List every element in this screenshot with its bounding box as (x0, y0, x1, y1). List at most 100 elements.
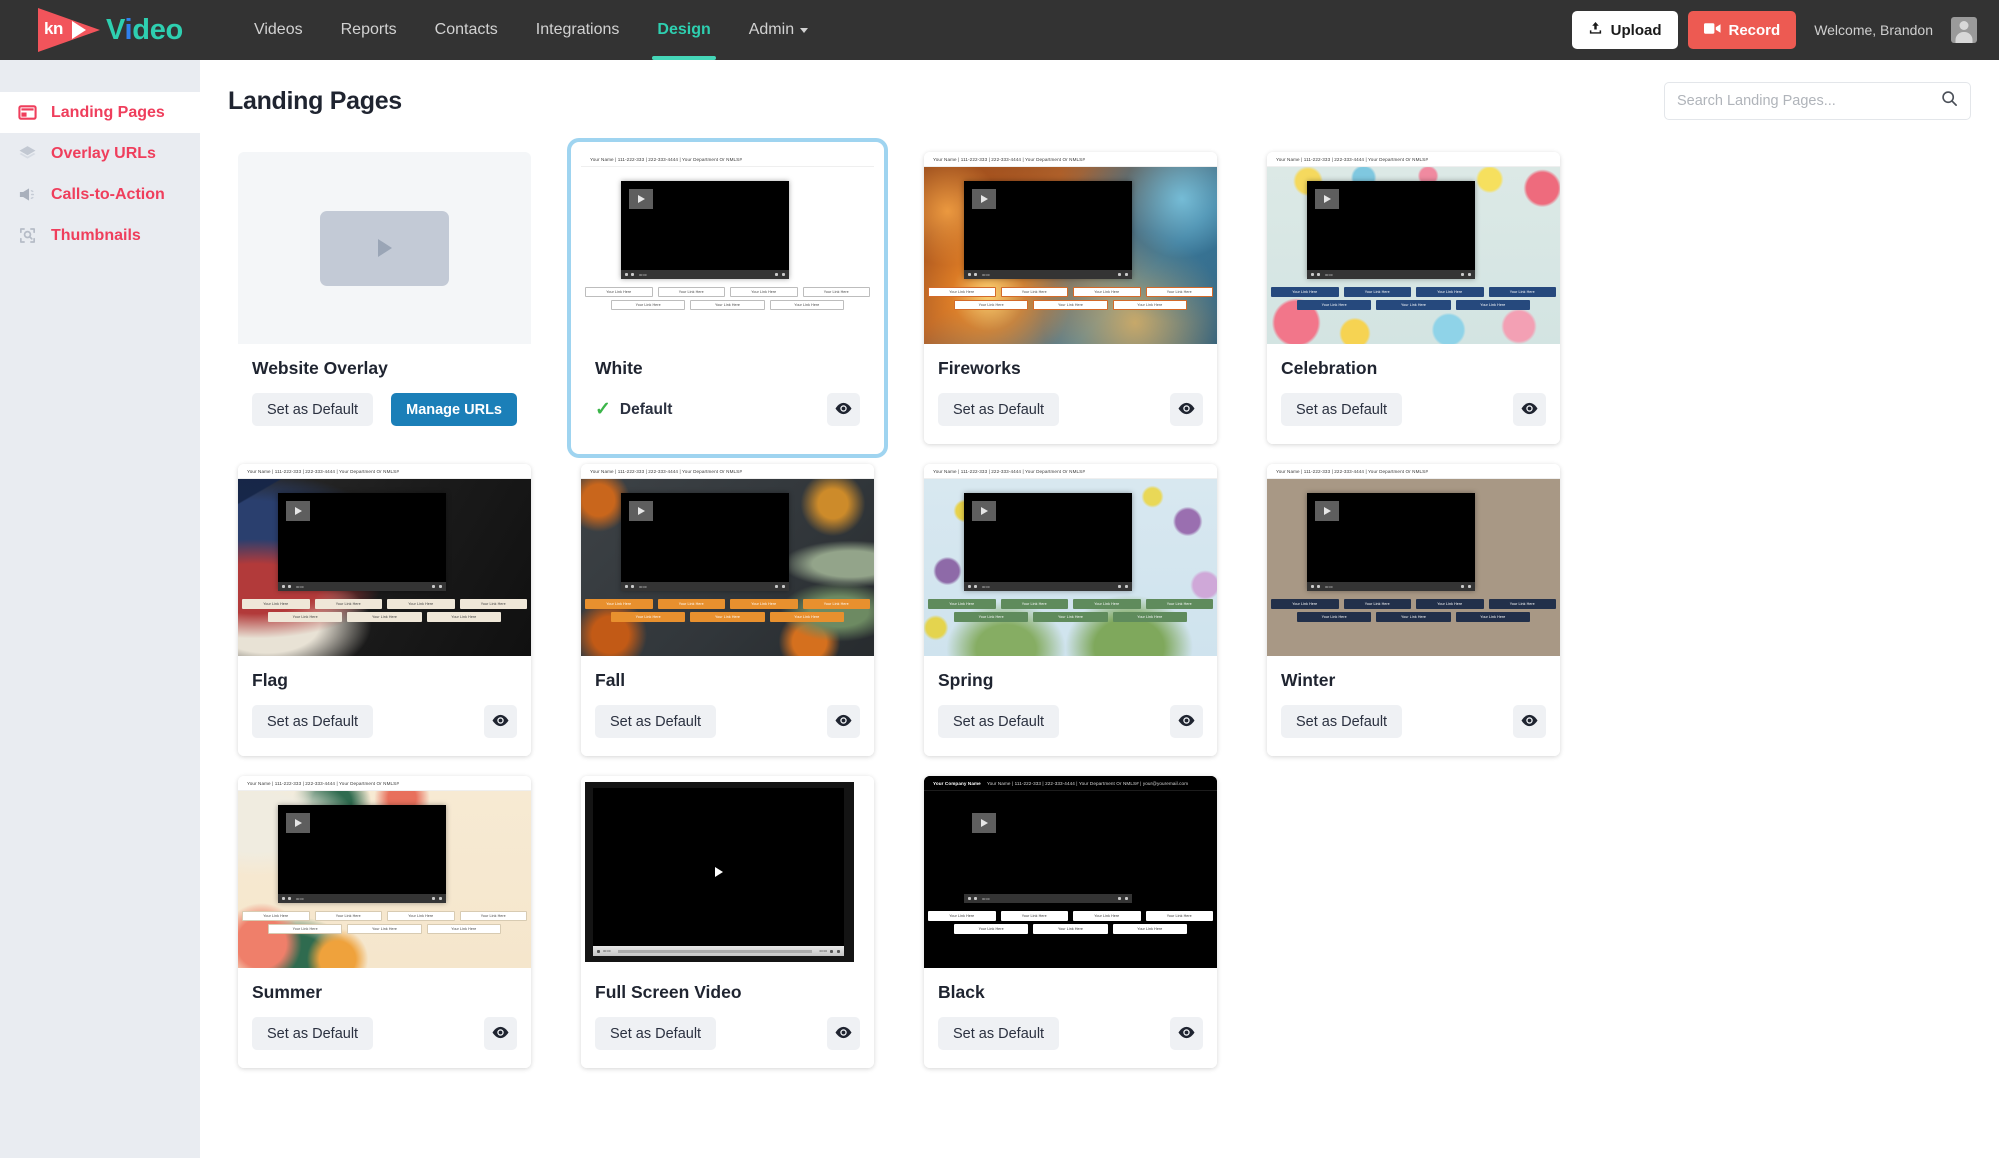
preview-link: Your Link Here (1112, 612, 1187, 622)
fullscreen-icon (432, 585, 435, 588)
set-as-default-button[interactable]: Set as Default (595, 1017, 717, 1050)
main-content: Landing Pages Website Overlay (200, 60, 1999, 1158)
preview-link-row: Your Link Here Your Link Here Your Link … (928, 924, 1213, 934)
preview-link: Your Link Here (1145, 287, 1213, 297)
set-as-default-button[interactable]: Set as Default (1281, 393, 1403, 426)
primary-nav: Videos Reports Contacts Integrations Des… (235, 0, 827, 60)
preview-link-row: Your Link Here Your Link Here Your Link … (242, 612, 527, 622)
search-box[interactable] (1664, 82, 1971, 120)
app-logo[interactable]: kn Video (38, 8, 183, 52)
preview-button[interactable] (1170, 393, 1203, 426)
preview-link: Your Link Here (1488, 287, 1556, 297)
preview-link: Your Link Here (387, 599, 455, 609)
manage-urls-button[interactable]: Manage URLs (391, 393, 517, 426)
preview-button[interactable] (1513, 393, 1546, 426)
preview-link: Your Link Here (1455, 612, 1530, 622)
set-as-default-button[interactable]: Set as Default (938, 1017, 1060, 1050)
landing-page-card-fall[interactable]: Your Name | 111-222-333 | 222-333-4444 |… (581, 464, 874, 756)
play-control-icon (968, 273, 971, 276)
set-as-default-button[interactable]: Set as Default (252, 1017, 374, 1050)
video-controls-bar: 00:00 (1307, 582, 1475, 591)
nav-item-videos[interactable]: Videos (235, 0, 322, 60)
preview-button[interactable] (1170, 1017, 1203, 1050)
preview-video-frame: 00:00 (964, 805, 1132, 903)
nav-item-integrations[interactable]: Integrations (517, 0, 639, 60)
nav-item-admin[interactable]: Admin (730, 0, 827, 60)
preview-button[interactable] (1170, 705, 1203, 738)
preview-header-bar: Your Name | 111-222-333 | 222-333-4444 |… (581, 464, 874, 479)
preview-link-row: Your Link Here Your Link Here Your Link … (585, 599, 870, 609)
card-cell: Your Name | 111-222-333 | 222-333-4444 |… (1257, 454, 1570, 766)
landing-page-card-winter[interactable]: Your Name | 111-222-333 | 222-333-4444 |… (1267, 464, 1560, 756)
preview-link: Your Link Here (1376, 612, 1451, 622)
landing-page-card-summer[interactable]: Your Name | 111-222-333 | 222-333-4444 |… (238, 776, 531, 1068)
preview-links: Your Link Here Your Link Here Your Link … (242, 599, 527, 625)
search-icon[interactable] (1941, 90, 1958, 112)
avatar[interactable] (1951, 17, 1977, 43)
fullscreen-icon (837, 949, 840, 953)
nav-item-design[interactable]: Design (638, 0, 729, 60)
preview-button[interactable] (827, 705, 860, 738)
preview-button[interactable] (1513, 705, 1546, 738)
eye-icon (1520, 714, 1539, 730)
card-cell-selected: Your Name | 111-222-333 | 222-333-4444 |… (571, 142, 884, 454)
preview-button[interactable] (827, 393, 860, 426)
set-as-default-button[interactable]: Set as Default (252, 705, 374, 738)
preview-link: Your Link Here (387, 911, 455, 921)
preview-body: 00:00 Your Link Here Your Link Here Your… (1267, 167, 1560, 344)
preview-header-bar: Your Name | 111-222-333 | 222-333-4444 |… (924, 464, 1217, 479)
landing-page-card-fireworks[interactable]: Your Name | 111-222-333 | 222-333-4444 |… (924, 152, 1217, 444)
preview-link: Your Link Here (1145, 911, 1213, 921)
set-as-default-button[interactable]: Set as Default (252, 393, 374, 426)
set-as-default-button[interactable]: Set as Default (938, 705, 1060, 738)
card-actions: ✓ Default (595, 393, 860, 426)
nav-item-reports[interactable]: Reports (322, 0, 416, 60)
search-input[interactable] (1677, 93, 1941, 109)
set-as-default-button[interactable]: Set as Default (938, 393, 1060, 426)
preview-link: Your Link Here (954, 300, 1029, 310)
card-cell: Your Name | 111-222-333 | 222-333-4444 |… (1257, 142, 1570, 454)
video-right-controls (830, 949, 840, 953)
preview-company-name: Your Company Name (933, 780, 981, 786)
play-button-icon (629, 189, 653, 209)
preview-links: Your Link Here Your Link Here Your Link … (1271, 287, 1556, 313)
preview-link: Your Link Here (1343, 599, 1411, 609)
landing-page-card-white[interactable]: Your Name | 111-222-333 | 222-333-4444 |… (581, 152, 874, 444)
upload-button[interactable]: Upload (1571, 11, 1678, 49)
layers-icon (18, 144, 37, 163)
time-label: 00:00 (982, 272, 990, 277)
preview-link: Your Link Here (585, 599, 653, 609)
sidebar-item-overlay-urls[interactable]: Overlay URLs (0, 133, 200, 174)
video-right-controls (1118, 273, 1128, 276)
landing-page-card-full-screen-video[interactable]: 00:00 00:00 Full Screen Video Set as Def… (581, 776, 874, 1068)
sidebar-item-thumbnails[interactable]: Thumbnails (0, 215, 200, 256)
card-thumbnail: Your Name | 111-222-333 | 222-333-4444 |… (1267, 464, 1560, 656)
landing-page-card-website-overlay[interactable]: Website Overlay Set as Default Manage UR… (238, 152, 531, 444)
card-actions: Set as Default (1281, 705, 1546, 738)
set-as-default-button[interactable]: Set as Default (595, 705, 717, 738)
landing-page-card-celebration[interactable]: Your Name | 111-222-333 | 222-333-4444 |… (1267, 152, 1560, 444)
preview-link-row: Your Link Here Your Link Here Your Link … (928, 300, 1213, 310)
card-thumbnail: Your Name | 111-222-333 | 222-333-4444 |… (1267, 152, 1560, 344)
check-icon: ✓ (595, 399, 611, 420)
landing-page-card-spring[interactable]: Your Name | 111-222-333 | 222-333-4444 |… (924, 464, 1217, 756)
preview-link-row: Your Link Here Your Link Here Your Link … (928, 287, 1213, 297)
preview-link: Your Link Here (1416, 599, 1484, 609)
chevron-down-icon (800, 27, 809, 33)
preview-button[interactable] (484, 1017, 517, 1050)
megaphone-icon (18, 185, 37, 204)
welcome-text: Welcome, Brandon (1814, 22, 1933, 38)
landing-page-card-black[interactable]: Your Company Name Your Name | 111-222-33… (924, 776, 1217, 1068)
preview-link: Your Link Here (242, 599, 310, 609)
card-thumbnail-placeholder (238, 152, 531, 344)
preview-body: 00:00 Your Link Here Your Link Here Your… (581, 167, 874, 344)
sidebar-item-calls-to-action[interactable]: Calls-to-Action (0, 174, 200, 215)
record-button[interactable]: Record (1687, 11, 1797, 49)
sidebar-item-landing-pages[interactable]: Landing Pages (0, 92, 200, 133)
landing-page-card-flag[interactable]: Your Name | 111-222-333 | 222-333-4444 |… (238, 464, 531, 756)
preview-button[interactable] (484, 705, 517, 738)
preview-button[interactable] (827, 1017, 860, 1050)
eye-icon (834, 402, 853, 418)
set-as-default-button[interactable]: Set as Default (1281, 705, 1403, 738)
nav-item-contacts[interactable]: Contacts (416, 0, 517, 60)
